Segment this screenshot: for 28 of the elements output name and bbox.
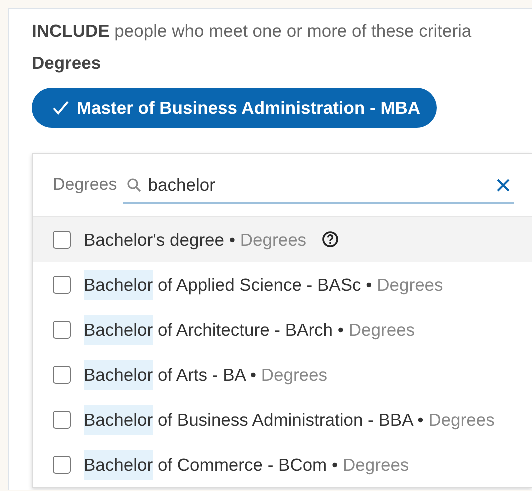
result-label: Bachelor of Commerce - BCom • Degrees (84, 450, 410, 480)
result-row[interactable]: Bachelor of Architecture - BArch • Degrees (33, 307, 532, 352)
result-row[interactable]: Bachelor of Commerce - BCom • Degrees (33, 442, 532, 487)
checkbox[interactable] (53, 230, 71, 248)
search-prefix-label: Degrees (53, 175, 118, 195)
help-icon[interactable] (322, 231, 339, 248)
checkbox[interactable] (53, 320, 71, 338)
checkbox[interactable] (53, 276, 71, 294)
result-row[interactable]: Bachelor of Applied Science - BASc • Degrees (33, 262, 532, 307)
result-label: Bachelor of Arts - BA • Degrees (84, 360, 328, 390)
result-label: Bachelor of Business Administration - BBA • Degrees (84, 404, 495, 434)
result-label: Bachelor's degree • Degrees (84, 228, 307, 252)
checkbox[interactable] (53, 456, 71, 474)
result-label: Bachelor of Architecture - BArch • Degrees (84, 314, 416, 344)
section-label: Degrees (32, 52, 102, 74)
result-row[interactable]: Bachelor of Business Administration - BBA • Degrees (33, 397, 532, 442)
criteria-heading: INCLUDE people who meet one or more of these criteria (32, 20, 473, 42)
result-row[interactable]: Bachelor of Arts - BA • Degrees (33, 352, 532, 397)
checkbox[interactable] (53, 366, 71, 384)
selected-degree-pill[interactable]: Master of Business Administration - MBA (32, 88, 437, 128)
search-field[interactable]: bachelor (123, 166, 514, 204)
result-label: Bachelor of Applied Science - BASc • Degrees (84, 270, 444, 300)
result-row[interactable]: Bachelor's degree • Degrees (33, 216, 532, 262)
search-icon (127, 178, 142, 192)
search-input[interactable]: bachelor (148, 174, 491, 196)
check-icon (52, 100, 70, 116)
close-button[interactable] (497, 178, 510, 192)
checkbox[interactable] (53, 410, 71, 428)
